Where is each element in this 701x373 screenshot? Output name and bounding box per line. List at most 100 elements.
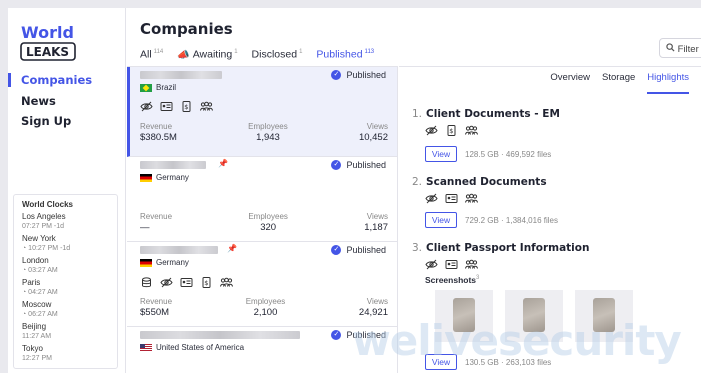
- highlight-number: 1.: [412, 108, 423, 120]
- company-country: Germany: [140, 258, 189, 267]
- stat-label: Revenue: [140, 122, 173, 131]
- clock-london: London ◔ 03:27 AM: [22, 256, 117, 275]
- svg-text:$: $: [184, 103, 188, 111]
- stat-value: 1,943: [256, 132, 280, 143]
- sidebar-item-companies[interactable]: Companies: [21, 70, 92, 91]
- size-label: 130.5 GB: [465, 357, 499, 367]
- tab-overview[interactable]: Overview: [550, 72, 590, 94]
- files-label: 1,384,016 files: [505, 215, 558, 225]
- highlight-number: 3.: [412, 242, 423, 254]
- sidebar-item-sign-up[interactable]: Sign Up: [21, 111, 92, 132]
- data-types-row: $: [425, 125, 692, 136]
- tab-disclosed[interactable]: Disclosed 1: [252, 44, 303, 68]
- world-leaks-logo[interactable]: World LEAKS: [20, 23, 78, 63]
- money-document-icon: $: [182, 101, 191, 112]
- company-card[interactable]: 📌 ✓ Published Germany Revenue — Employees 3…: [127, 157, 397, 242]
- stat-label: Revenue: [140, 297, 173, 306]
- employees-stat: Employees 320: [248, 212, 288, 233]
- sidebar: World LEAKS Companies News Sign Up World…: [8, 8, 126, 373]
- stat-value: 320: [260, 222, 277, 233]
- company-name-blurred: [140, 161, 206, 169]
- highlight-meta: View 729.2 GB · 1,384,016 files: [425, 212, 558, 228]
- money-document-icon: $: [202, 277, 211, 288]
- company-country: Brazil: [140, 83, 176, 92]
- revenue-stat: Revenue $550M: [140, 297, 172, 318]
- megaphone-icon: 📣: [177, 49, 190, 61]
- clock-time: 12:27 PM: [22, 355, 52, 362]
- tab-highlights[interactable]: Highlights: [647, 72, 689, 94]
- svg-text:$: $: [449, 127, 453, 135]
- tab-published[interactable]: Published 113: [316, 44, 375, 68]
- highlight-title: 1. Client Documents - EM: [412, 108, 692, 120]
- data-types-row: [425, 193, 692, 204]
- highlight-item: 1. Client Documents - EM $: [412, 108, 692, 136]
- id-card-icon: [160, 102, 173, 111]
- check-icon: ✓: [331, 245, 342, 255]
- clock-city: Tokyo: [22, 344, 43, 353]
- sidebar-item-news[interactable]: News: [21, 91, 92, 112]
- brazil-flag-icon: [140, 83, 152, 92]
- view-button[interactable]: View: [425, 212, 457, 228]
- stat-label: Revenue: [140, 212, 173, 221]
- pin-icon: 📌: [227, 244, 237, 253]
- highlight-title: 3. Client Passport Information: [412, 242, 692, 254]
- users-group-icon: [465, 193, 478, 203]
- tab-all[interactable]: All 114: [140, 44, 163, 68]
- tab-awaiting[interactable]: 📣 Awaiting 1: [177, 44, 237, 68]
- nav-active-marker: [8, 73, 11, 87]
- highlight-item: 2. Scanned Documents: [412, 176, 692, 204]
- tab-label: All: [140, 48, 152, 61]
- clock-time: ◔ 04:27 AM: [22, 289, 58, 296]
- screenshots-label: Screenshots3: [425, 275, 479, 285]
- screenshot-thumbnail[interactable]: [505, 290, 563, 342]
- clock-city: Beijing: [22, 322, 47, 331]
- eye-off-icon: [425, 125, 438, 136]
- users-group-icon: [465, 259, 478, 269]
- company-name-blurred: [140, 71, 222, 79]
- pin-icon: 📌: [218, 159, 228, 168]
- tab-storage[interactable]: Storage: [602, 72, 635, 94]
- view-button[interactable]: View: [425, 146, 457, 162]
- germany-flag-icon: [140, 258, 152, 267]
- company-country: Germany: [140, 173, 189, 182]
- company-card[interactable]: 📌 ✓ Published Germany $ Revenue $550M Empl…: [127, 242, 397, 327]
- company-card[interactable]: ✓ Published United States of America: [127, 327, 397, 373]
- stat-value: 24,921: [358, 307, 388, 318]
- status-badge: ✓ Published: [331, 70, 386, 80]
- clock-time: 11:27 AM: [22, 333, 52, 340]
- highlight-number: 2.: [412, 176, 423, 188]
- eye-off-icon: [425, 193, 438, 204]
- revenue-stat: Revenue $380.5M: [140, 122, 177, 143]
- clock-city: New York: [22, 234, 56, 243]
- highlight-meta: View 130.5 GB · 263,103 files: [425, 354, 551, 370]
- stat-label: Employees: [248, 212, 288, 221]
- country-label: United States of America: [156, 343, 245, 352]
- separator: ·: [498, 149, 506, 159]
- highlight-title: 2. Scanned Documents: [412, 176, 692, 188]
- money-document-icon: $: [447, 125, 456, 136]
- company-list: ✓ Published Brazil $ Revenue $380.5M Emplo…: [127, 66, 398, 373]
- check-icon: ✓: [331, 70, 342, 80]
- eye-off-icon: [425, 259, 438, 270]
- stat-label: Views: [366, 122, 388, 131]
- id-card-icon: [180, 278, 193, 287]
- clock-moscow: Moscow ◔ 06:27 AM: [22, 300, 117, 319]
- data-types-row: $: [140, 101, 213, 112]
- check-icon: ✓: [331, 160, 342, 170]
- files-label: 263,103 files: [505, 357, 552, 367]
- screenshot-thumbnail[interactable]: [435, 290, 493, 342]
- screenshot-thumbnail[interactable]: [575, 290, 633, 342]
- data-types-row: $: [140, 277, 233, 288]
- highlight-title-text: Client Passport Information: [426, 242, 590, 254]
- status-badge: ✓ Published: [331, 245, 386, 255]
- filter-button[interactable]: Filter: [659, 38, 701, 58]
- separator: ·: [498, 357, 506, 367]
- company-card[interactable]: ✓ Published Brazil $ Revenue $380.5M Emplo…: [127, 67, 397, 157]
- view-button[interactable]: View: [425, 354, 457, 370]
- status-badge: ✓ Published: [331, 330, 386, 340]
- clock-beijing: Beijing 11:27 AM: [22, 322, 117, 341]
- screenshots-label-text: Screenshots: [425, 275, 477, 285]
- country-label: Germany: [156, 258, 189, 267]
- status-label: Published: [346, 330, 386, 340]
- status-badge: ✓ Published: [331, 160, 386, 170]
